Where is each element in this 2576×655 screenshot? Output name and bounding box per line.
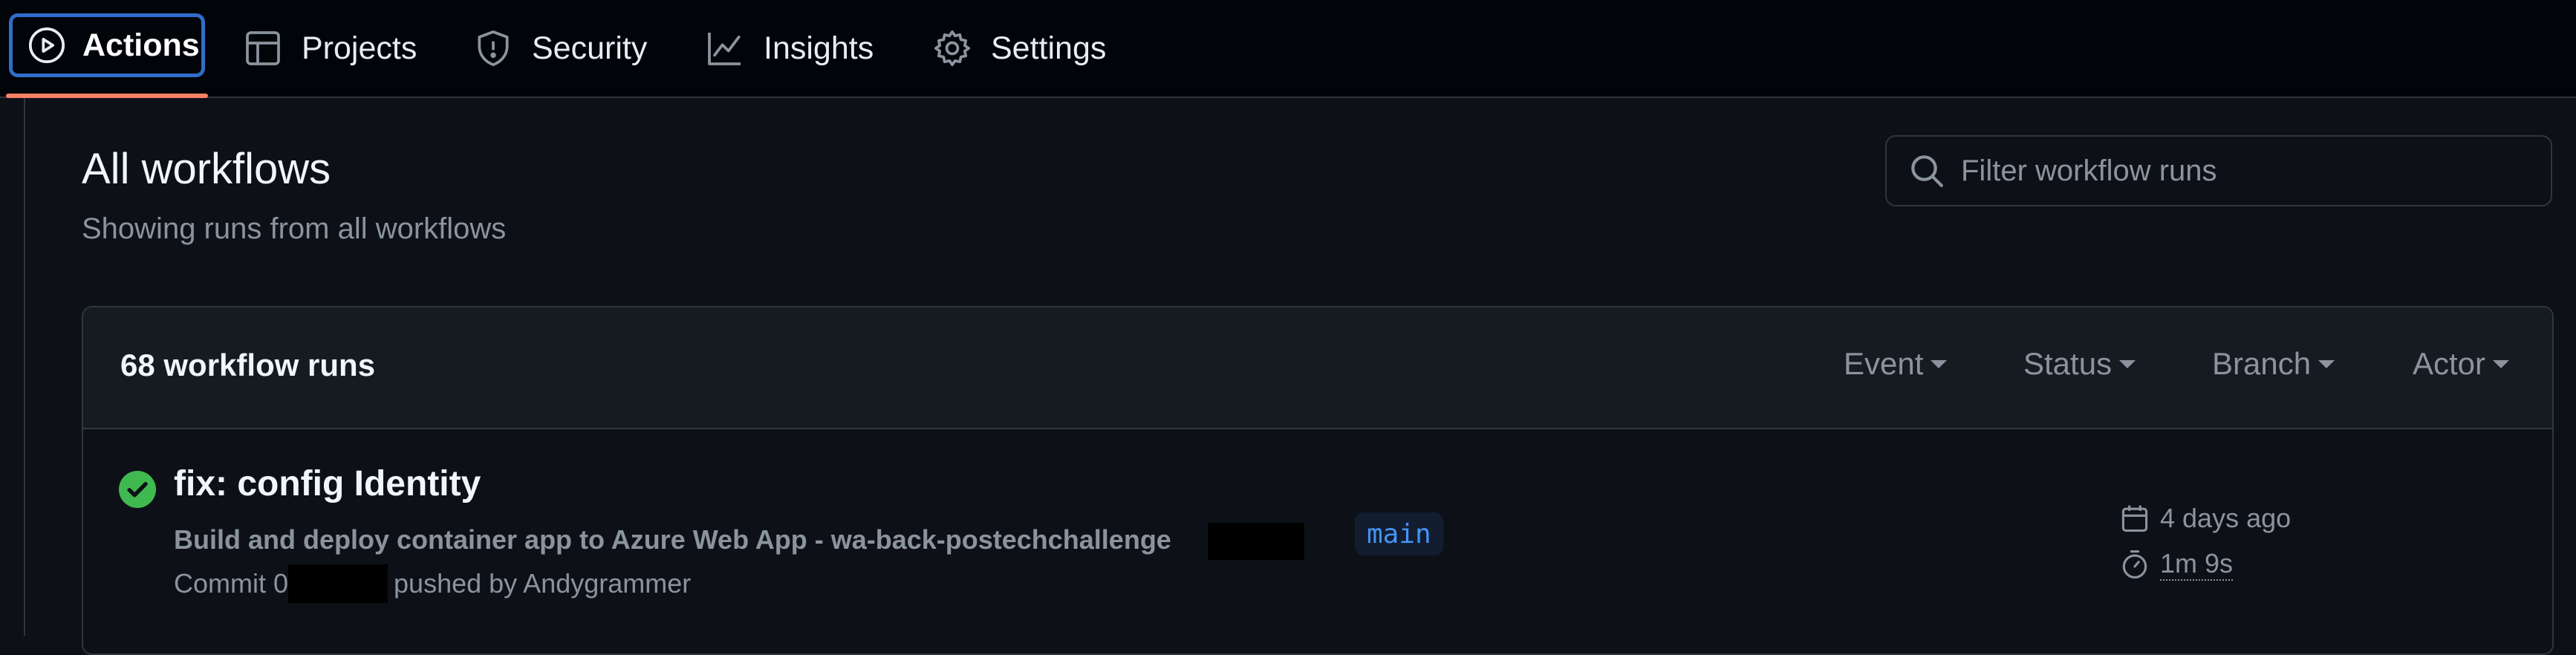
page-subtitle: Showing runs from all workflows [82,212,507,245]
tab-actions[interactable]: Actions [9,13,205,77]
commit-label: Commit 0 [174,568,289,599]
runs-list-header: 68 workflow runs Event Status Branch Act… [83,307,2552,429]
check-circle-icon [119,471,156,508]
run-title-link[interactable]: fix: config Identity [174,463,481,504]
tab-label: Security [532,30,648,66]
graph-icon [704,27,746,69]
filter-input[interactable] [1961,145,2540,197]
branch-filter-dropdown[interactable]: Branch [2212,346,2335,382]
duration-text: 1m 9s [2160,548,2234,581]
redaction-block [288,564,388,603]
redaction-block [1208,523,1304,560]
filter-workflow-runs[interactable] [1885,135,2552,206]
calendar-icon [2121,505,2148,532]
shield-icon [472,27,514,69]
tab-settings[interactable]: Settings [931,0,1106,97]
pushed-by: pushed by Andygrammer [394,568,692,599]
kebab-menu-icon[interactable] [2534,499,2552,536]
dropdown-label: Actor [2413,346,2486,381]
tab-label: Insights [764,30,874,66]
tab-security[interactable]: Security [472,0,647,97]
event-filter-dropdown[interactable]: Event [1844,346,1948,382]
tab-insights[interactable]: Insights [704,0,874,97]
page-title: All workflows [82,145,331,193]
search-icon [1906,150,1948,192]
gear-icon [931,27,973,69]
sidebar-divider [24,98,25,636]
run-count: 68 workflow runs [120,348,376,382]
workflow-name: Build and deploy container app to Azure … [174,524,1171,555]
tab-label: Settings [991,30,1107,66]
workflow-run-row[interactable]: fix: config Identity Build and deploy co… [83,431,2552,654]
selected-tab-underline [6,94,208,98]
triangle-down-icon [1931,359,1948,368]
tab-label: Projects [302,30,417,66]
dropdown-label: Status [2023,346,2112,381]
date-text: 4 days ago [2160,503,2292,533]
run-duration: 1m 9s [2118,548,2234,581]
play-icon [26,25,68,66]
workflow-runs-list: 68 workflow runs Event Status Branch Act… [82,306,2554,655]
dropdown-label: Event [1844,346,1924,381]
run-date: 4 days ago [2118,502,2291,535]
commit-info: Commit 0 pushed by Andygrammer [174,564,691,603]
dropdown-label: Branch [2212,346,2312,381]
triangle-down-icon [2318,359,2335,368]
actor-filter-dropdown[interactable]: Actor [2413,346,2510,382]
branch-badge[interactable]: main [1355,512,1443,555]
triangle-down-icon [2493,359,2510,368]
table-icon [242,27,284,69]
stopwatch-icon [2122,550,2147,579]
status-filter-dropdown[interactable]: Status [2023,346,2136,382]
tab-label: Actions [82,27,200,63]
tab-projects[interactable]: Projects [242,0,417,97]
triangle-down-icon [2119,359,2136,368]
repo-nav: Actions Projects Security Insights Setti… [0,0,2576,98]
